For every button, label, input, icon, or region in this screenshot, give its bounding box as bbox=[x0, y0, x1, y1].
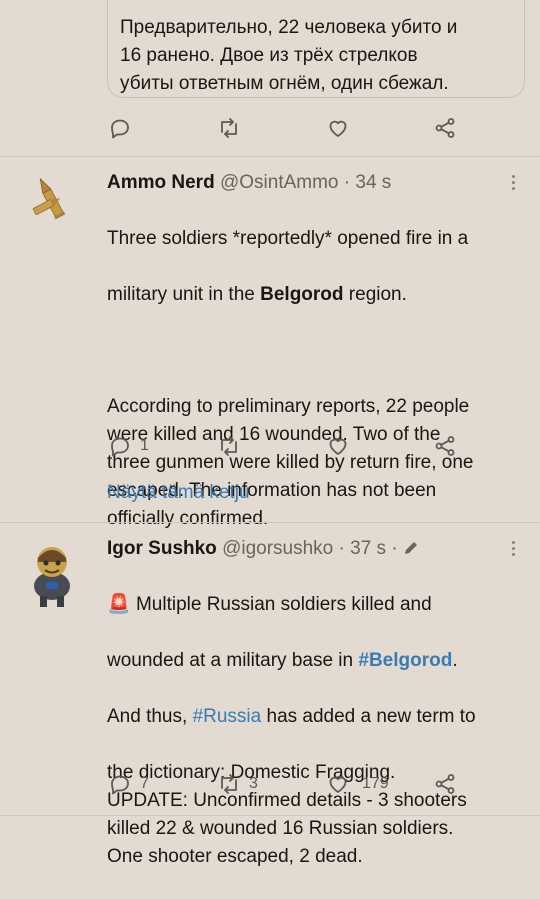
tweet-time[interactable]: 37 s bbox=[350, 538, 386, 559]
reply-button[interactable] bbox=[108, 116, 132, 140]
text-line: military unit in the Belgorod region. bbox=[107, 284, 407, 305]
share-button[interactable] bbox=[433, 116, 457, 140]
tweet-header: Igor Sushko @igorsushko · 37 s · bbox=[107, 537, 419, 561]
bullet-icon bbox=[32, 177, 66, 220]
reply-button[interactable]: 1 bbox=[108, 434, 149, 458]
text-paragraph: According to preliminary reports, 22 peo… bbox=[107, 396, 474, 529]
cartoon-avatar-icon bbox=[34, 547, 70, 607]
tweet-actions: 1 bbox=[108, 434, 468, 458]
heart-icon bbox=[329, 776, 347, 793]
retweet-count: 3 bbox=[249, 775, 258, 792]
reply-icon bbox=[111, 775, 129, 795]
edit-pencil-icon bbox=[404, 542, 417, 554]
quoted-tweet-text: Предварительно, 22 человека убито и 16 р… bbox=[120, 17, 458, 94]
reply-icon bbox=[111, 437, 129, 457]
reply-count: 7 bbox=[140, 775, 149, 792]
author-handle[interactable]: @OsintAmmo bbox=[220, 172, 339, 193]
divider bbox=[0, 815, 540, 816]
separator: · bbox=[338, 538, 345, 559]
avatar[interactable] bbox=[22, 538, 82, 607]
like-button[interactable] bbox=[326, 116, 350, 140]
share-icon bbox=[435, 774, 455, 794]
avatar[interactable] bbox=[22, 172, 82, 232]
more-options-button[interactable] bbox=[512, 175, 516, 193]
text-line: 🚨 Multiple Russian soldiers killed and bbox=[107, 594, 432, 615]
tweet-actions: 7 3 179 bbox=[108, 772, 468, 796]
more-options-button[interactable] bbox=[512, 541, 516, 559]
tweet-text: 🚨 Multiple Russian soldiers killed and w… bbox=[107, 563, 527, 899]
author-name[interactable]: Ammo Nerd bbox=[107, 172, 215, 193]
share-button[interactable] bbox=[433, 772, 457, 796]
heart-icon bbox=[329, 120, 347, 137]
tweet-actions bbox=[108, 116, 468, 140]
heart-icon bbox=[329, 438, 347, 455]
quoted-tweet-card[interactable]: Предварительно, 22 человека убито и 16 р… bbox=[107, 0, 525, 98]
text-line: Three soldiers *reportedly* opened fire … bbox=[107, 228, 469, 249]
author-name[interactable]: Igor Sushko bbox=[107, 538, 217, 559]
author-handle[interactable]: @igorsushko bbox=[222, 538, 333, 559]
like-button[interactable] bbox=[326, 434, 350, 458]
hashtag-belgorod[interactable]: #Belgorod bbox=[358, 650, 452, 671]
hashtag-russia[interactable]: #Russia bbox=[193, 706, 262, 727]
reply-button[interactable]: 7 bbox=[108, 772, 149, 796]
siren-emoji: 🚨 bbox=[107, 594, 131, 615]
tweet-text: Three soldiers *reportedly* opened fire … bbox=[107, 197, 527, 561]
separator: · bbox=[343, 172, 351, 193]
share-button[interactable] bbox=[433, 434, 457, 458]
like-count: 179 bbox=[362, 775, 389, 792]
separator: · bbox=[391, 538, 398, 559]
retweet-button[interactable] bbox=[217, 116, 241, 140]
tweet-time[interactable]: 34 s bbox=[355, 172, 391, 193]
reply-icon bbox=[111, 119, 129, 139]
reply-count: 1 bbox=[140, 437, 149, 454]
bold-location: Belgorod bbox=[260, 284, 344, 305]
retweet-icon bbox=[221, 436, 237, 456]
retweet-button[interactable]: 3 bbox=[217, 772, 258, 796]
text-line: And thus, #Russia has added a new term t… bbox=[107, 706, 476, 727]
show-thread-link[interactable]: Näytä tämä ketju bbox=[107, 482, 527, 504]
like-button[interactable]: 179 bbox=[326, 772, 389, 796]
share-icon bbox=[435, 436, 455, 456]
share-icon bbox=[435, 118, 455, 138]
divider bbox=[0, 522, 540, 523]
tweet-header: Ammo Nerd @OsintAmmo · 34 s bbox=[107, 171, 391, 195]
divider bbox=[0, 156, 540, 157]
retweet-icon bbox=[221, 774, 237, 794]
retweet-icon bbox=[221, 118, 237, 138]
text-line: wounded at a military base in #Belgorod. bbox=[107, 650, 458, 671]
retweet-button[interactable] bbox=[217, 434, 241, 458]
